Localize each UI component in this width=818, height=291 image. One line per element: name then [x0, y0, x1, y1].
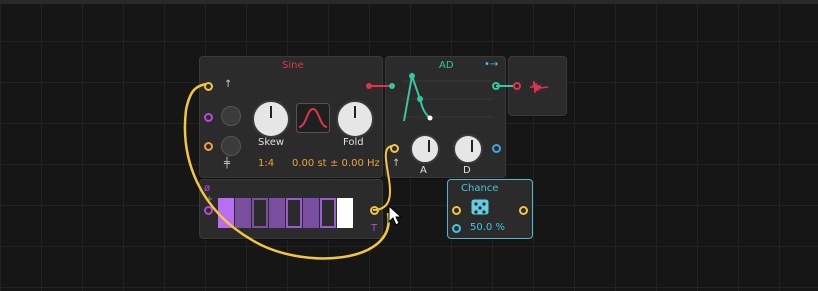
cable-overlay	[183, 82, 521, 260]
cable-seq-to-ad	[372, 145, 393, 211]
cable-seq-to-sine	[183, 82, 390, 260]
mouse-cursor-icon	[388, 205, 402, 226]
